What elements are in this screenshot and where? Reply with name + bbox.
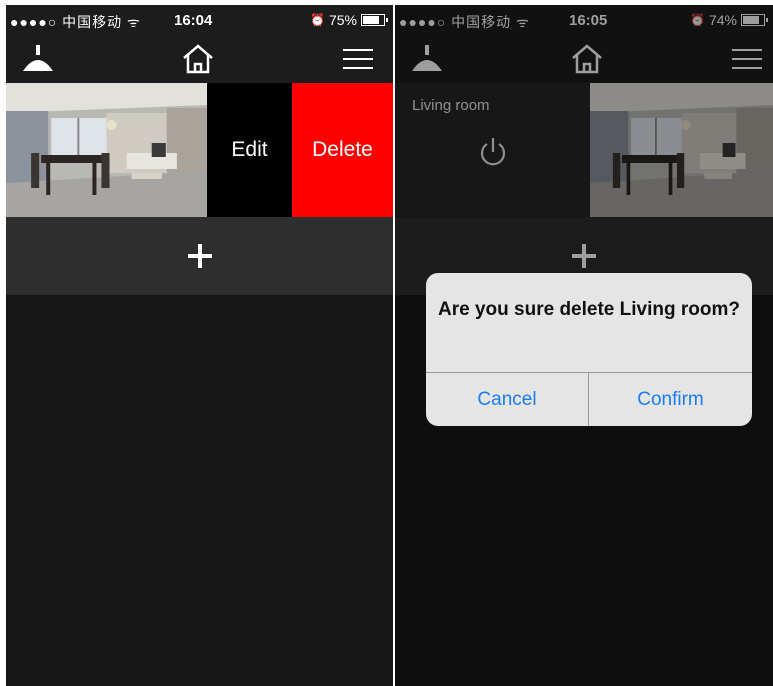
menu-icon[interactable] <box>340 43 376 75</box>
left-screen: ●●●●○ 中国移动 ᯤ 16:04 ⏰ 75% Edit Delete <box>6 5 393 686</box>
battery-fill <box>363 16 380 24</box>
delete-confirm-dialog: Are you sure delete Living room? Cancel … <box>426 273 752 426</box>
battery-icon <box>361 14 388 26</box>
cancel-button[interactable]: Cancel <box>426 373 588 426</box>
home-icon[interactable] <box>180 43 216 75</box>
right-screen: ●●●●○ 中国移动 ᯤ 16:05 ⏰ 74% Living room Are… <box>395 5 773 686</box>
add-room-button[interactable] <box>6 217 393 295</box>
carrier-signal: ●●●●○ 中国移动 ᯤ <box>10 14 141 30</box>
lamp-icon[interactable] <box>20 43 56 75</box>
status-bar: ●●●●○ 中国移动 ᯤ 16:04 ⏰ 75% <box>6 5 393 35</box>
nav-bar <box>6 35 393 83</box>
room-photo <box>6 83 207 217</box>
battery-percent: 75% <box>328 12 357 28</box>
clock: 16:04 <box>174 12 213 29</box>
dialog-message: Are you sure delete Living room? <box>438 299 740 320</box>
edit-button[interactable]: Edit <box>207 83 292 217</box>
battery-indicator: ⏰ 75% <box>310 12 388 28</box>
delete-button[interactable]: Delete <box>292 83 393 217</box>
room-row[interactable]: Edit Delete <box>6 83 393 217</box>
alarm-icon: ⏰ <box>310 13 325 27</box>
plus-icon <box>187 244 212 268</box>
confirm-button[interactable]: Confirm <box>589 373 752 426</box>
